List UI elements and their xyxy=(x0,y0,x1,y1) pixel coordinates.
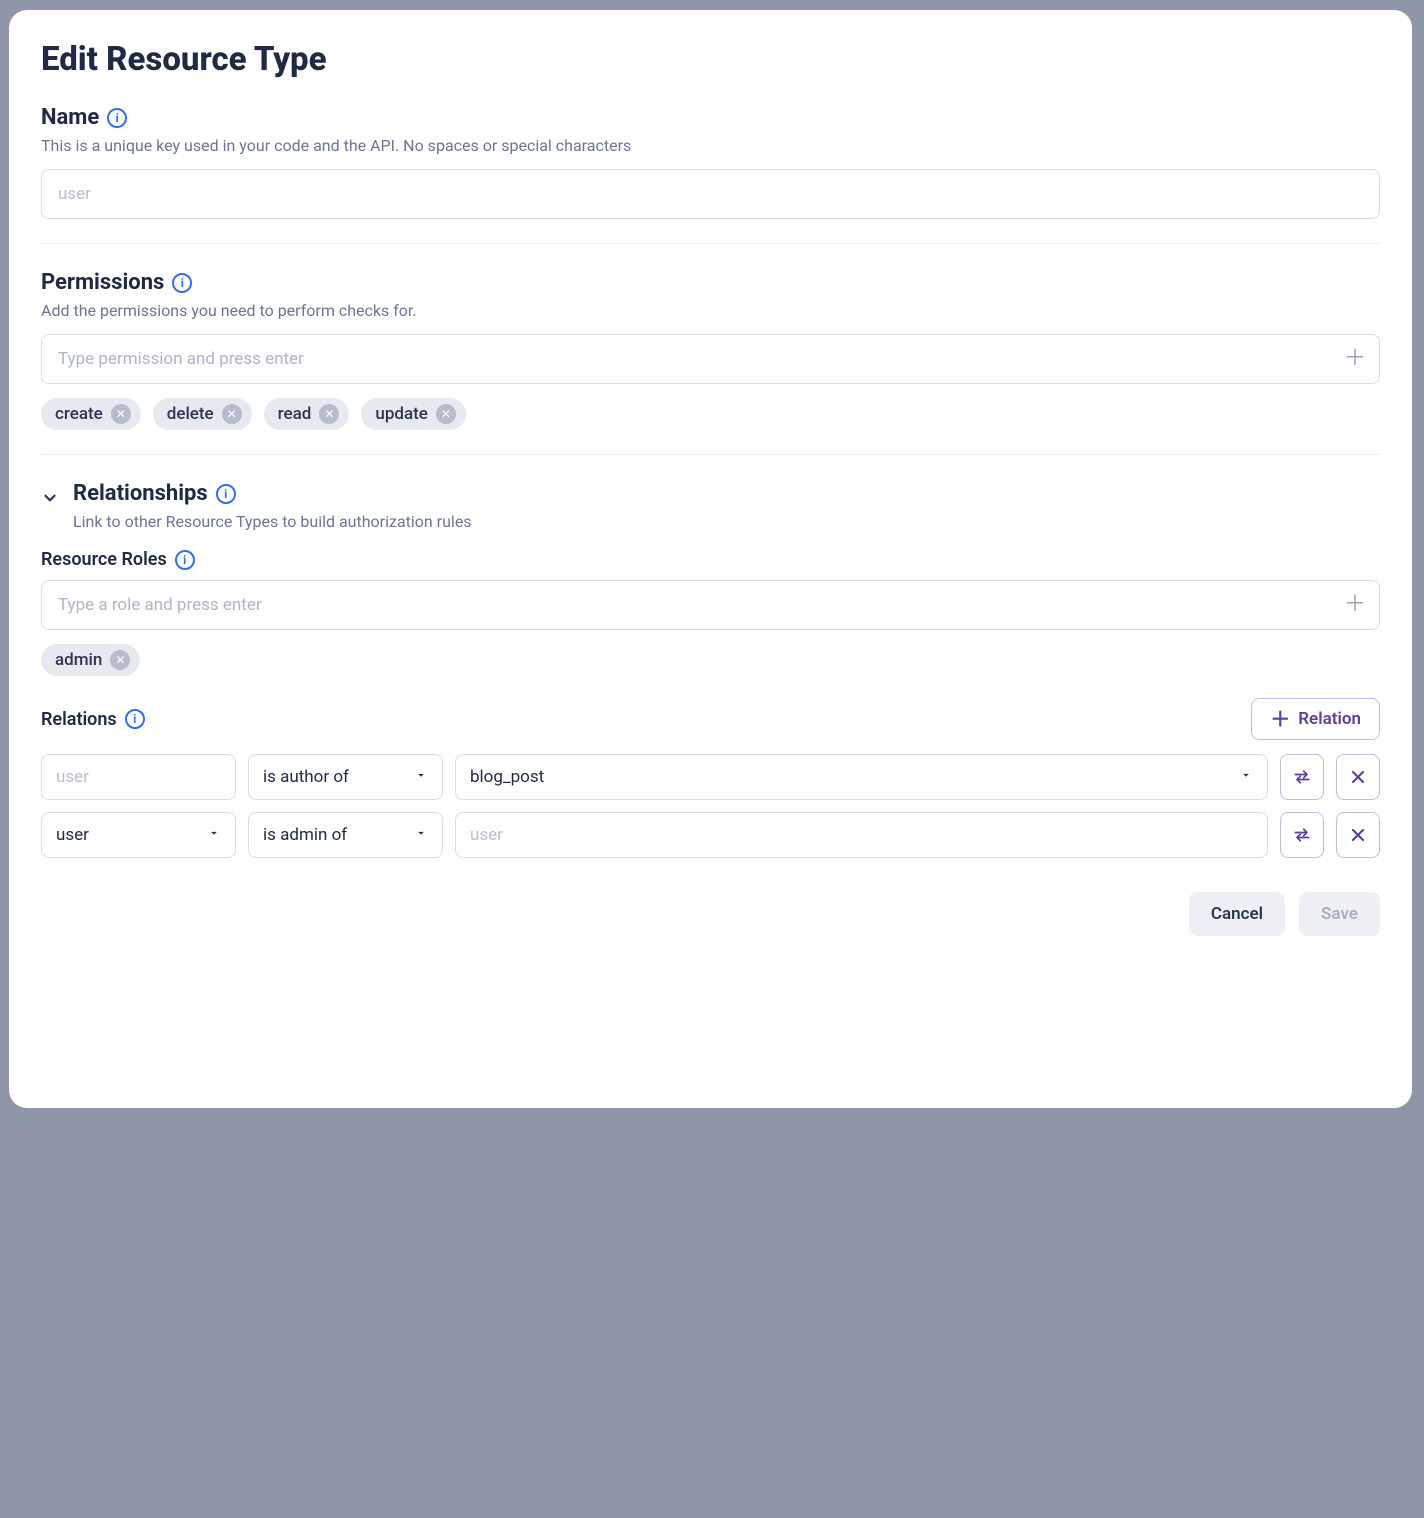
chip-label: delete xyxy=(167,404,214,424)
info-icon[interactable] xyxy=(172,273,192,293)
delete-relation-button[interactable] xyxy=(1336,812,1380,858)
resource-roles-label: Resource Roles xyxy=(41,549,167,570)
chevron-down-icon xyxy=(1239,767,1253,787)
chip-label: update xyxy=(375,404,428,424)
relations-label: Relations xyxy=(41,709,117,730)
dialog-title: Edit Resource Type xyxy=(41,40,1380,79)
chip: update xyxy=(361,398,466,430)
name-helper: This is a unique key used in your code a… xyxy=(41,136,1380,155)
relationships-helper: Link to other Resource Types to build au… xyxy=(73,512,1380,531)
edit-resource-type-dialog: Edit Resource Type Name This is a unique… xyxy=(9,10,1412,1108)
chip: read xyxy=(264,398,350,430)
close-icon[interactable] xyxy=(436,404,456,424)
chevron-down-icon[interactable] xyxy=(41,489,59,511)
info-icon[interactable] xyxy=(125,709,145,729)
info-icon[interactable] xyxy=(175,550,195,570)
relation-subject[interactable]: user xyxy=(41,812,236,858)
chip: create xyxy=(41,398,141,430)
chevron-down-icon xyxy=(414,767,428,787)
close-icon[interactable] xyxy=(222,404,242,424)
add-relation-label: Relation xyxy=(1298,709,1361,729)
swap-relation-button[interactable] xyxy=(1280,754,1324,800)
info-icon[interactable] xyxy=(216,484,236,504)
close-icon[interactable] xyxy=(319,404,339,424)
relation-subject[interactable]: user xyxy=(41,754,236,800)
resource-roles-chips: admin xyxy=(41,644,1380,676)
chip-label: admin xyxy=(55,650,102,670)
permissions-helper: Add the permissions you need to perform … xyxy=(41,301,1380,320)
resource-roles-input[interactable] xyxy=(41,580,1380,630)
chevron-down-icon xyxy=(414,825,428,845)
name-input[interactable] xyxy=(41,169,1380,219)
name-section: Name This is a unique key used in your c… xyxy=(41,105,1380,244)
chevron-down-icon xyxy=(207,825,221,845)
name-label: Name xyxy=(41,105,99,130)
save-button[interactable]: Save xyxy=(1299,892,1380,936)
chip-label: read xyxy=(278,404,312,424)
relation-row: user is author of blog_post xyxy=(41,754,1380,800)
permissions-label: Permissions xyxy=(41,270,164,295)
close-icon[interactable] xyxy=(111,404,131,424)
add-relation-button[interactable]: ＋ Relation xyxy=(1251,698,1380,740)
relation-object[interactable]: blog_post xyxy=(455,754,1268,800)
relation-row: user is admin of user xyxy=(41,812,1380,858)
swap-relation-button[interactable] xyxy=(1280,812,1324,858)
permissions-section: Permissions Add the permissions you need… xyxy=(41,270,1380,455)
delete-relation-button[interactable] xyxy=(1336,754,1380,800)
cancel-button[interactable]: Cancel xyxy=(1189,892,1285,936)
close-icon[interactable] xyxy=(110,650,130,670)
relation-predicate[interactable]: is author of xyxy=(248,754,443,800)
relationships-section: Relationships Link to other Resource Typ… xyxy=(41,481,1380,936)
chip-label: create xyxy=(55,404,103,424)
chip: admin xyxy=(41,644,140,676)
chip: delete xyxy=(153,398,252,430)
relationships-label: Relationships xyxy=(73,481,208,506)
permissions-chips: create delete read update xyxy=(41,398,1380,430)
permissions-input[interactable] xyxy=(41,334,1380,384)
dialog-footer: Cancel Save xyxy=(41,892,1380,936)
plus-icon: ＋ xyxy=(1270,709,1290,729)
resource-roles-subfield: Resource Roles ＋ admin xyxy=(41,549,1380,676)
info-icon[interactable] xyxy=(107,108,127,128)
relation-predicate[interactable]: is admin of xyxy=(248,812,443,858)
relation-object[interactable]: user xyxy=(455,812,1268,858)
